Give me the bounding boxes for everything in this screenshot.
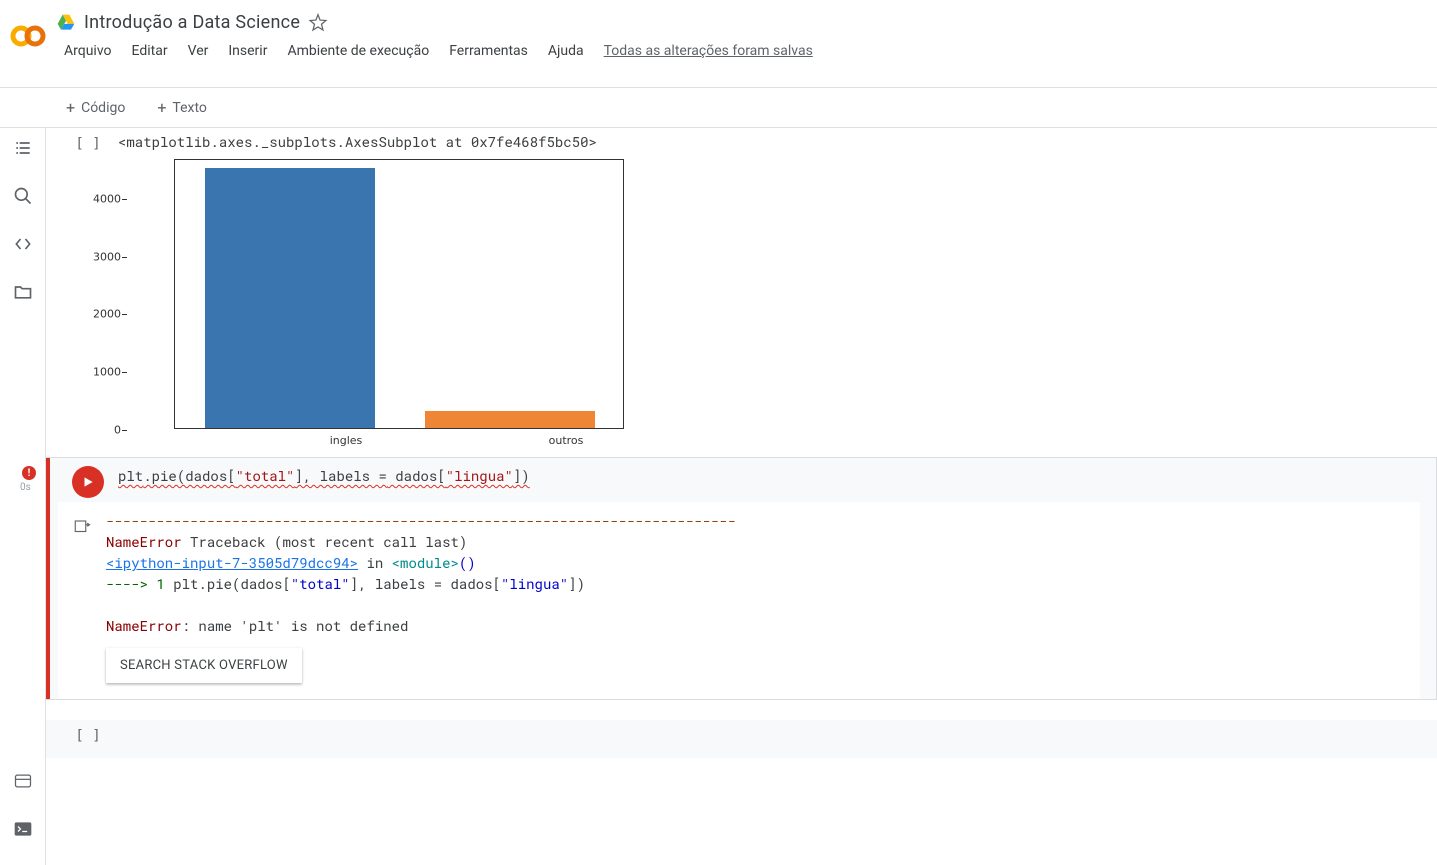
add-text-button[interactable]: + Texto [145,92,219,123]
cell-body: <matplotlib.axes._subplots.AxesSubplot a… [118,132,1421,453]
exec-count-bracket: [ ] [75,136,100,152]
exec-count-bracket: [ ] [75,728,100,744]
bar-ingles [205,168,375,428]
files-icon[interactable] [11,280,35,304]
search-stack-overflow-button[interactable]: SEARCH STACK OVERFLOW [106,648,302,683]
colab-logo[interactable] [8,16,48,56]
cell-gutter [58,458,118,502]
search-icon[interactable] [11,184,35,208]
cell-code-error[interactable]: ! 0s plt.pie(dados["total"], labels = da… [46,457,1437,700]
x-tick-label: outros [549,434,584,447]
cell-gutter: [ ] [58,724,118,754]
menu-ajuda[interactable]: Ajuda [540,37,592,65]
bar-chart: 01000200030004000 inglesoutros [174,159,624,429]
menu-bar: Arquivo Editar Ver Inserir Ambiente de e… [56,37,1421,65]
variables-icon[interactable] [11,769,35,793]
menu-ambiente[interactable]: Ambiente de execução [279,37,437,65]
add-code-label: Código [81,100,125,116]
bar-outros [425,411,595,428]
doc-title[interactable]: Introdução a Data Science [84,12,300,33]
traceback: ----------------------------------------… [106,510,1420,636]
add-code-button[interactable]: + Código [54,92,137,123]
y-tick-label: 4000 [93,192,121,205]
terminal-icon[interactable] [11,817,35,841]
menu-ver[interactable]: Ver [180,37,217,65]
code-input[interactable]: plt.pie(dados["total"], labels = dados["… [118,458,1420,493]
x-tick-label: ingles [330,434,363,447]
cell-empty[interactable]: [ ] [46,720,1437,758]
ipython-input-link[interactable]: <ipython-input-7-3505d79dcc94> [106,553,358,572]
error-badge-icon: ! [22,466,36,480]
menu-editar[interactable]: Editar [124,37,176,65]
y-tick-label: 2000 [93,308,121,321]
title-row: Introdução a Data Science [56,8,1421,33]
menu-inserir[interactable]: Inserir [220,37,275,65]
exec-time: 0s [20,482,31,493]
output-repr: <matplotlib.axes._subplots.AxesSubplot a… [118,132,1421,151]
plus-icon: + [66,98,75,117]
y-tick-label: 1000 [93,366,121,379]
save-status[interactable]: Todas as alterações foram salvas [596,37,821,65]
run-button[interactable] [72,466,104,498]
y-tick-label: 0 [114,424,121,437]
output-toggle-icon[interactable] [58,510,106,683]
plus-icon: + [157,98,166,117]
cell-gutter: [ ] [58,132,118,453]
menu-arquivo[interactable]: Arquivo [56,37,120,65]
drive-icon [56,13,76,33]
error-output: ----------------------------------------… [58,502,1420,699]
content: [ ] <matplotlib.axes._subplots.AxesSubpl… [46,128,1437,865]
left-rail [0,128,46,865]
menu-ferramentas[interactable]: Ferramentas [441,37,536,65]
snippets-icon[interactable] [11,232,35,256]
cell-body[interactable] [118,724,1421,754]
header: Introdução a Data Science Arquivo Editar… [0,0,1437,88]
star-icon[interactable] [308,13,328,33]
header-content: Introdução a Data Science Arquivo Editar… [56,8,1421,65]
cell-output-1: [ ] <matplotlib.axes._subplots.AxesSubpl… [46,128,1437,457]
y-tick-label: 3000 [93,250,121,263]
toc-icon[interactable] [11,136,35,160]
toolbar: + Código + Texto [0,88,1437,128]
cell-body: plt.pie(dados["total"], labels = dados["… [118,458,1420,502]
add-text-label: Texto [172,100,206,116]
main: [ ] <matplotlib.axes._subplots.AxesSubpl… [0,128,1437,865]
